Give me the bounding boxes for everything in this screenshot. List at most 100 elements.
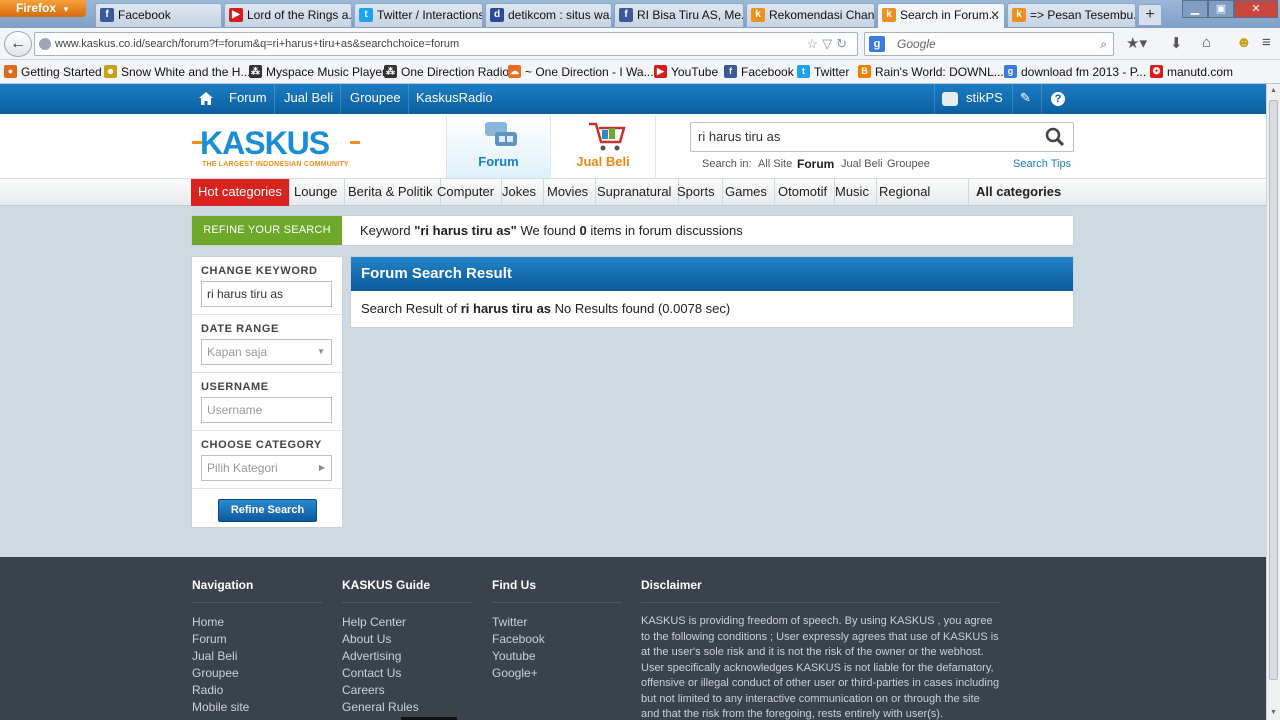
site-search-input[interactable]: ri harus tiru as — [690, 122, 1074, 152]
footer-link[interactable]: Advertising — [342, 649, 401, 663]
browser-tab[interactable]: d detikcom : situs wa... — [485, 3, 612, 27]
google-icon[interactable]: g — [869, 36, 885, 52]
keyword-input[interactable]: ri harus tiru as — [201, 281, 332, 307]
back-button[interactable]: ← — [4, 31, 32, 57]
category-games[interactable]: Games — [718, 179, 775, 206]
search-in-jual-beli[interactable]: Jual Beli — [841, 158, 883, 170]
footer-link[interactable]: Groupee — [192, 666, 239, 680]
footer-link[interactable]: Google+ — [492, 666, 538, 680]
category-movies[interactable]: Movies — [540, 179, 597, 206]
maximize-button[interactable]: ▣ — [1208, 0, 1234, 18]
category-select[interactable]: Pilih Kategori ▶ — [201, 455, 332, 481]
footer-link[interactable]: Jual Beli — [192, 649, 237, 663]
close-tab-icon[interactable]: ✕ — [990, 4, 1000, 26]
bookmark-item[interactable]: ⁂ Myspace Music Player — [249, 64, 386, 80]
forum-section-tab[interactable]: Forum — [446, 116, 551, 178]
footer-link[interactable]: Contact Us — [342, 666, 401, 680]
help-icon[interactable]: ? — [1044, 84, 1074, 114]
browser-tab[interactable]: f RI Bisa Tiru AS, Me... — [614, 3, 744, 27]
footer-link[interactable]: Facebook — [492, 632, 545, 646]
firefox-menu-button[interactable]: Firefox ▼ — [0, 0, 86, 17]
jual-beli-section-tab[interactable]: Jual Beli — [551, 116, 656, 178]
bookmark-item[interactable]: B Rain's World: DOWNL... — [858, 64, 1004, 80]
browser-tab-label: detikcom : situs wa... — [508, 8, 612, 22]
search-in-all-site[interactable]: All Site — [758, 158, 792, 170]
bookmark-star-icon[interactable]: ☆ — [806, 36, 822, 51]
bookmark-item[interactable]: ☁ ~ One Direction - I Wa... — [508, 64, 654, 80]
category-supranatural[interactable]: Supranatural — [590, 179, 680, 206]
search-icon[interactable]: ⌕ — [1100, 33, 1107, 55]
bookmark-item[interactable]: g download fm 2013 - P... — [1004, 64, 1146, 80]
bookmark-item[interactable]: f Facebook — [724, 64, 794, 80]
refine-summary-bar: REFINE YOUR SEARCH Keyword "ri harus tir… — [191, 215, 1074, 246]
bookmark-item[interactable]: ▶ YouTube — [654, 64, 718, 80]
username-label: stikPS — [966, 90, 1003, 105]
history-dropdown-icon[interactable]: ▽ — [822, 36, 836, 51]
browser-tab[interactable]: k Search in Forum... ✕ — [877, 3, 1005, 28]
addon-icon[interactable]: ☻ — [1236, 34, 1252, 51]
category-sports[interactable]: Sports — [670, 179, 723, 206]
search-tips-link[interactable]: Search Tips — [1013, 158, 1071, 170]
url-bar[interactable]: www.kaskus.co.id/search/forum?f=forum&q=… — [34, 32, 858, 56]
date-range-value: Kapan saja — [207, 345, 268, 359]
bookmark-item[interactable]: t Twitter — [797, 64, 849, 80]
browser-tab[interactable]: t Twitter / Interactions — [354, 3, 483, 27]
footer-link[interactable]: Careers — [342, 683, 385, 697]
category-otomotif[interactable]: Otomotif — [771, 179, 836, 206]
category-music[interactable]: Music — [828, 179, 877, 206]
footer-link[interactable]: Help Center — [342, 615, 406, 629]
reload-icon[interactable]: ↻ — [836, 36, 851, 51]
scrollbar-thumb[interactable] — [1269, 100, 1278, 680]
search-in-groupee[interactable]: Groupee — [887, 158, 930, 170]
footer-link[interactable]: About Us — [342, 632, 391, 646]
footer-link[interactable]: Radio — [192, 683, 223, 697]
home-icon[interactable]: ⌂ — [1202, 34, 1211, 51]
search-icon[interactable] — [1045, 127, 1065, 147]
footer-link[interactable]: Youtube — [492, 649, 536, 663]
scroll-up-arrow[interactable]: ▲ — [1267, 84, 1280, 98]
topnav-jual-beli[interactable]: Jual Beli — [277, 84, 342, 114]
footer-link[interactable]: Forum — [192, 632, 227, 646]
page-scrollbar[interactable]: ▲ ▼ — [1266, 84, 1280, 720]
topnav-forum[interactable]: Forum — [222, 84, 275, 114]
bookmark-item[interactable]: ☻ Snow White and the H... — [104, 64, 250, 80]
category-regional[interactable]: Regional — [872, 179, 937, 206]
bookmarks-menu-icon[interactable]: ★▾ — [1126, 34, 1147, 52]
topnav-groupee[interactable]: Groupee — [343, 84, 409, 114]
refine-search-button[interactable]: Refine Search — [218, 499, 317, 522]
bookmark-item[interactable]: ❂ manutd.com — [1150, 64, 1233, 80]
bookmark-item[interactable]: ⁂ One Direction Radio — [384, 64, 509, 80]
user-menu[interactable]: stikPS — [934, 84, 1010, 114]
footer-link[interactable]: Twitter — [492, 615, 527, 629]
new-tab-button[interactable]: + — [1138, 4, 1162, 26]
scroll-down-arrow[interactable]: ▼ — [1267, 706, 1280, 720]
category-berita-politik[interactable]: Berita & Politik — [341, 179, 441, 206]
page-viewport: Forum Jual Beli Groupee KaskusRadio stik… — [0, 84, 1266, 720]
minimize-button[interactable]: ▁ — [1182, 0, 1208, 18]
search-in-forum[interactable]: Forum — [797, 157, 834, 171]
topnav-kaskusradio[interactable]: KaskusRadio — [409, 84, 500, 114]
kaskus-logo[interactable]: KASKUS THE LARGEST INDONESIAN COMMUNITY — [192, 126, 364, 168]
edit-pencil-icon[interactable]: ✎ — [1012, 84, 1042, 114]
category-hot[interactable]: Hot categories — [191, 179, 290, 206]
all-categories-dropdown[interactable]: All categories ▼ — [968, 179, 1074, 224]
browser-tab[interactable]: f Facebook — [95, 3, 222, 27]
category-jokes[interactable]: Jokes — [495, 179, 544, 206]
category-lounge[interactable]: Lounge — [287, 179, 346, 206]
menu-icon[interactable]: ≡ — [1262, 34, 1271, 51]
footer-link[interactable]: Home — [192, 615, 224, 629]
browser-tab[interactable]: k Rekomendasi Chan... — [746, 3, 875, 27]
footer-link[interactable]: General Rules — [342, 700, 419, 714]
window-close-button[interactable]: ✕ — [1234, 0, 1278, 18]
bookmark-item[interactable]: ● Getting Started — [4, 64, 102, 80]
home-icon[interactable] — [191, 84, 221, 114]
site-footer: Navigation KASKUS Guide Find Us Disclaim… — [0, 557, 1266, 720]
browser-tab[interactable]: k => Pesan Tesembu... — [1007, 3, 1136, 27]
date-range-select[interactable]: Kapan saja ▼ — [201, 339, 332, 365]
username-input[interactable]: Username — [201, 397, 332, 423]
browser-search-bar[interactable]: g Google ⌕ — [864, 32, 1114, 56]
browser-tab[interactable]: ▶ Lord of the Rings a... — [224, 3, 352, 27]
footer-link[interactable]: Mobile site — [192, 700, 249, 714]
download-icon[interactable]: ⬇ — [1170, 34, 1183, 52]
category-computer[interactable]: Computer — [430, 179, 503, 206]
